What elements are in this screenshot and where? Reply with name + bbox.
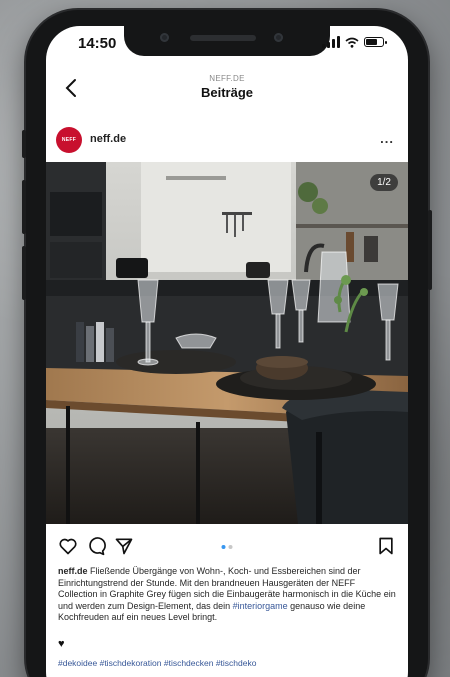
status-time: 14:50 — [78, 35, 117, 52]
share-icon[interactable] — [114, 536, 134, 556]
nav-subtitle: NEFF.DE — [209, 74, 245, 83]
dining-scene-illustration — [46, 162, 408, 524]
carousel-indicator — [221, 545, 233, 549]
post-username[interactable]: neff.de — [90, 133, 126, 145]
post-image[interactable]: 1/2 — [46, 162, 408, 524]
heart-icon[interactable] — [58, 536, 78, 556]
mute-switch — [22, 130, 26, 158]
caption-heart-emoji: ♥ — [58, 638, 65, 650]
battery-icon — [364, 37, 387, 47]
bookmark-icon[interactable] — [376, 536, 396, 556]
caption-hashtags[interactable]: #dekoidee #tischdekoration #tischdecken … — [58, 658, 396, 668]
avatar-logo-text: NEFF — [61, 137, 77, 143]
post-header: NEFF neff.de ... — [46, 124, 408, 156]
post-actions — [46, 532, 408, 560]
speaker-grille — [190, 35, 256, 41]
volume-down-button — [22, 246, 26, 300]
avatar[interactable]: NEFF — [56, 127, 82, 153]
front-camera-icon — [274, 33, 283, 42]
navigation-bar: NEFF.DE Beiträge — [46, 70, 408, 110]
sensor-icon — [160, 33, 169, 42]
notch — [124, 26, 330, 56]
image-counter-badge: 1/2 — [370, 174, 398, 191]
power-button — [428, 210, 432, 290]
signal-icon — [322, 36, 340, 48]
caption-username[interactable]: neff.de — [58, 566, 88, 576]
status-icons — [322, 36, 387, 48]
more-icon[interactable]: ... — [380, 131, 394, 146]
phone-frame: 14:50 NEFF.DE Beiträge NEFF neff.de ... … — [22, 10, 432, 677]
comment-icon[interactable] — [86, 536, 106, 556]
volume-up-button — [22, 180, 26, 234]
wifi-icon — [345, 37, 359, 48]
caption-hashtag-link[interactable]: #interiorgame — [233, 601, 288, 611]
carousel-dot-active — [221, 545, 226, 549]
post-caption: neff.de Fließende Übergänge von Wohn-, K… — [58, 566, 396, 624]
phone-screen: 14:50 NEFF.DE Beiträge NEFF neff.de ... … — [46, 26, 408, 677]
nav-title: Beiträge — [200, 85, 254, 100]
carousel-dot — [228, 545, 233, 549]
